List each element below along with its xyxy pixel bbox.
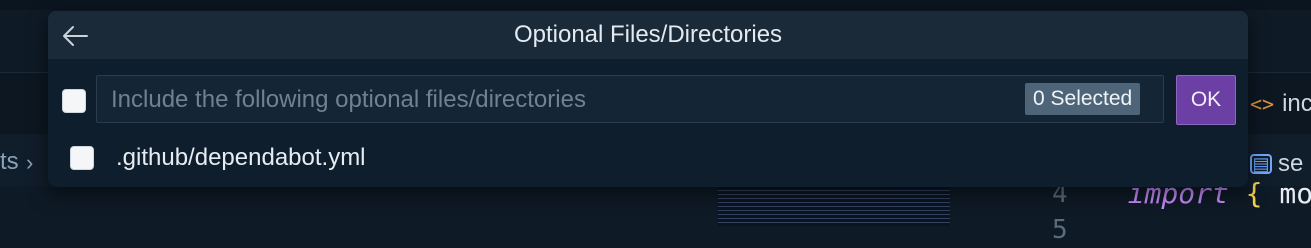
code-identifier: mod xyxy=(1279,177,1311,210)
input-row: 0 Selected OK xyxy=(48,73,1248,127)
line-number: 5 xyxy=(1052,215,1068,245)
filter-input-container[interactable]: 0 Selected xyxy=(96,75,1164,124)
item-checkbox[interactable] xyxy=(70,146,94,170)
code-brace: { xyxy=(1245,177,1263,210)
editor-tab-label: inc xyxy=(1282,90,1311,117)
dialog-header: Optional Files/Directories xyxy=(48,11,1248,59)
window-top-strip xyxy=(0,0,1311,10)
select-all-checkbox[interactable] xyxy=(62,89,86,113)
filter-input[interactable] xyxy=(109,76,1013,124)
code-brackets-icon: <> xyxy=(1250,92,1275,116)
options-list: .github/dependabot.yml xyxy=(48,135,1248,185)
dialog-title: Optional Files/Directories xyxy=(513,21,783,48)
breadcrumb-fragment-left[interactable]: ts xyxy=(0,148,19,176)
chevron-right-icon: › xyxy=(26,150,34,175)
breadcrumb-symbol[interactable]: ▤ se xyxy=(1250,150,1303,178)
quick-pick-dialog: Optional Files/Directories 0 Selected OK… xyxy=(48,11,1248,187)
selected-count-badge: 0 Selected xyxy=(1025,83,1141,115)
editor-tab-right[interactable]: <> inc xyxy=(1250,90,1311,118)
breadcrumb-symbol-label: se xyxy=(1278,150,1304,177)
list-item[interactable]: .github/dependabot.yml xyxy=(48,135,1248,181)
editor-minimap[interactable] xyxy=(718,186,950,226)
symbol-namespace-icon: ▤ xyxy=(1250,154,1272,174)
item-label: .github/dependabot.yml xyxy=(116,144,366,171)
ok-button[interactable]: OK xyxy=(1176,75,1236,125)
